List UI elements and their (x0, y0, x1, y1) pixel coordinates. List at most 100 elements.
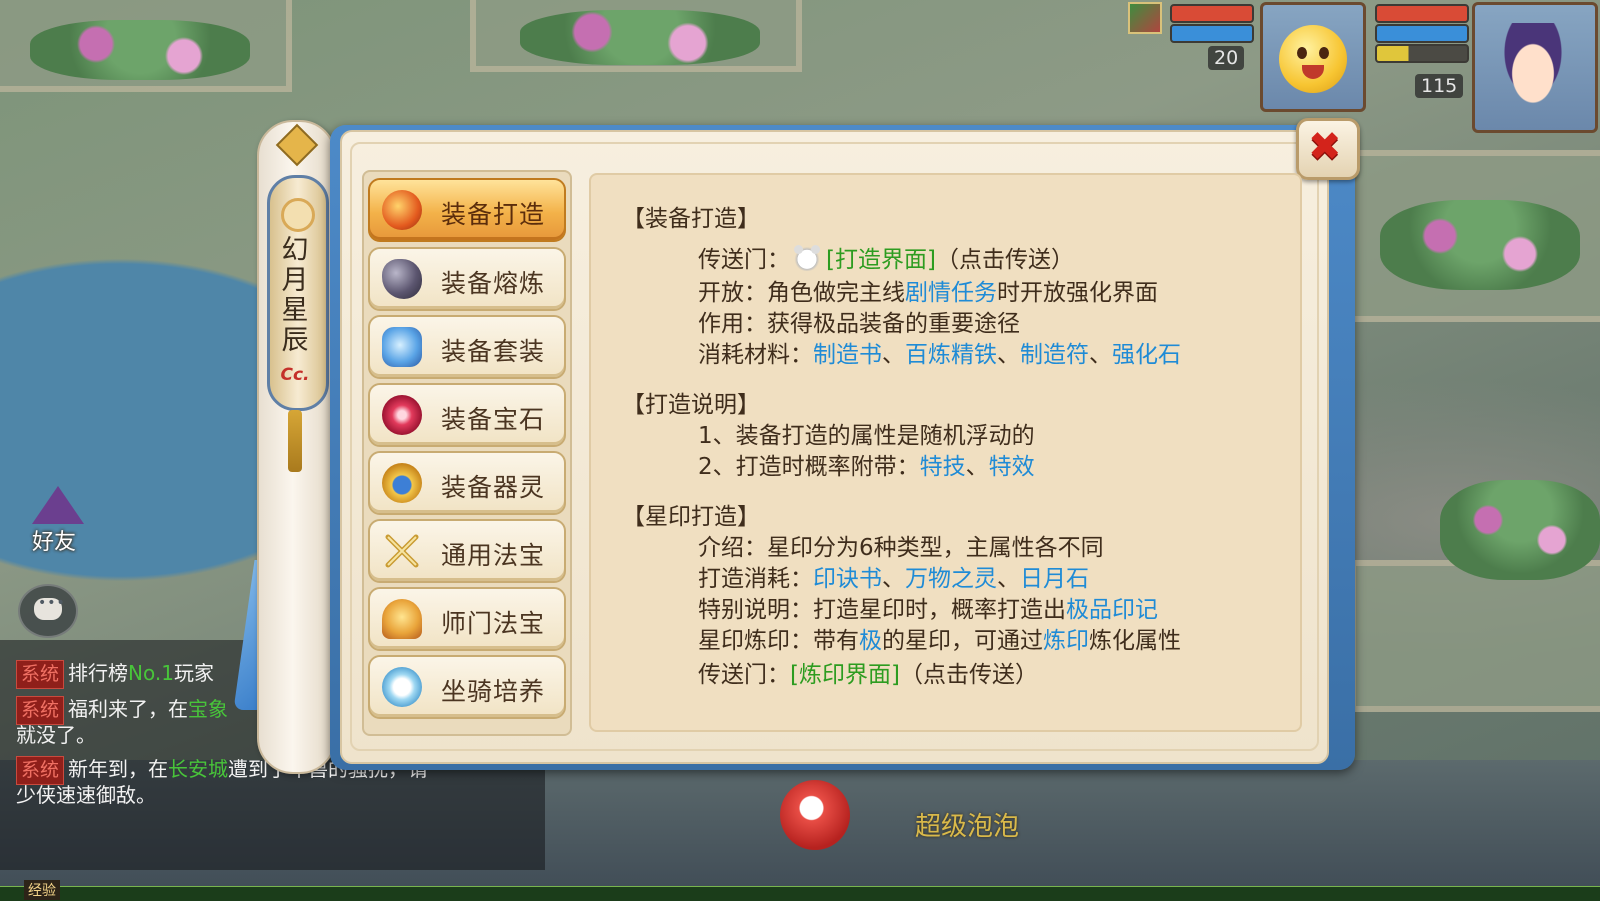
swirl-icon (281, 198, 315, 232)
chat-text: 少侠速速御敌。 (16, 783, 156, 807)
friends-button[interactable]: 好友 (22, 486, 94, 562)
menu-item-label: 坐骑培养 (441, 677, 546, 706)
ore-icon (382, 259, 422, 299)
chat-bubble-icon (34, 595, 66, 620)
buff-icon[interactable] (1128, 2, 1162, 34)
forge-icon (382, 190, 422, 230)
close-icon: ✖ (1308, 124, 1342, 170)
system-tag: 系统 (16, 696, 65, 725)
menu-item-label: 装备打造 (441, 200, 546, 229)
line-tail: （点击传送） (899, 662, 1038, 688)
bell-icon (382, 599, 422, 639)
menu-item-mount-training[interactable]: 坐骑培养 (368, 655, 566, 719)
chat-line: 就没了。 (16, 722, 96, 749)
menu-item-equipment-smelt[interactable]: 装备熔炼 (368, 247, 566, 311)
chat-text: 福利来了，在 (68, 697, 189, 721)
star-seal-cost: 打造消耗：印诀书、万物之灵、日月石 (698, 564, 1089, 594)
spirit-icon (382, 463, 422, 503)
line-label: 消耗材料： (698, 342, 813, 368)
separator: 、 (882, 342, 905, 368)
forge-note-1: 1、装备打造的属性是随机浮动的 (698, 423, 1035, 449)
menu-item-label: 装备熔炼 (441, 269, 546, 298)
hero-face-icon (1497, 23, 1569, 107)
section-title-forge: 【装备打造】 (622, 206, 760, 232)
separator: 、 (965, 454, 989, 480)
exp-bar (0, 886, 1600, 901)
close-button[interactable]: ✖ (1296, 118, 1360, 180)
chat-text: 就没了。 (16, 723, 96, 747)
material-item: 百炼精铁 (905, 342, 997, 368)
forge-open-line: 开放：角色做完主线剧情任务时开放强化界面 (698, 278, 1158, 308)
story-quest-link: 剧情任务 (905, 280, 997, 306)
line-label: 2、打造时概率附带： (698, 454, 920, 480)
bunny-icon (792, 245, 822, 271)
refine-text: 炼印 (1043, 628, 1089, 654)
section-title-star-seal: 【星印打造】 (622, 504, 760, 530)
material-item: 强化石 (1112, 342, 1181, 368)
star-seal-intro: 介绍：星印分为6种类型，主属性各不同 (698, 535, 1104, 561)
line-label: 特别说明：打造星印时，概率打造出 (698, 597, 1066, 623)
wizard-hat-icon (32, 486, 84, 524)
extreme-text: 极 (859, 628, 882, 654)
refine-portal-link[interactable]: [炼印界面] (790, 662, 900, 688)
material-item: 万物之灵 (905, 566, 997, 592)
star-seal-refine: 星印炼印：带有极的星印，可通过炼印炼化属性 (698, 626, 1181, 656)
menu-item-label: 师门法宝 (441, 609, 546, 638)
forge-cost-line: 消耗材料：制造书、百炼精铁、制造符、强化石 (698, 340, 1181, 370)
player-name-label: 超级泡泡 (915, 812, 1020, 842)
line-label: 开放：角色做完主线 (698, 280, 905, 306)
hero-level-badge: 115 (1415, 74, 1464, 98)
mount-icon (382, 667, 422, 707)
chat-highlight: 宝象 (188, 697, 229, 721)
menu-item-sect-treasure[interactable]: 师门法宝 (368, 587, 566, 651)
menu-item-equipment-gem[interactable]: 装备宝石 (368, 383, 566, 447)
hero-portrait[interactable] (1472, 2, 1598, 133)
chat-text: 玩家 (173, 661, 214, 685)
premium-seal-text: 极品印记 (1066, 597, 1158, 623)
pet-portrait[interactable] (1260, 2, 1366, 112)
line-label: 传送门： (698, 247, 790, 273)
menu-item-equipment-spirit[interactable]: 装备器灵 (368, 451, 566, 515)
material-item: 日月石 (1020, 566, 1089, 592)
armor-set-icon (382, 327, 422, 367)
forge-portal-line: 传送门： [打造界面]（点击传送） (698, 245, 1074, 275)
chat-button[interactable] (18, 584, 78, 638)
line-text: 的星印，可通过 (882, 628, 1043, 654)
menu-item-label: 装备套装 (441, 337, 546, 366)
material-item: 制造书 (813, 342, 882, 368)
chat-line: 系统 福利来了，在宝象 (16, 696, 228, 725)
menu-item-label: 装备宝石 (441, 405, 546, 434)
separator: 、 (997, 566, 1020, 592)
hero-mp-bar (1375, 24, 1469, 43)
tassel-icon (288, 410, 302, 472)
banner-badge: Cc. (280, 365, 310, 385)
gem-icon (382, 395, 422, 435)
system-tag: 系统 (16, 756, 65, 785)
line-tail: 炼化属性 (1089, 628, 1181, 654)
material-item: 制造符 (1020, 342, 1089, 368)
chat-line: 系统 排行榜No.1玩家 (16, 660, 214, 689)
bonus-item: 特技 (919, 454, 966, 480)
pet-face-icon (1279, 25, 1347, 93)
forge-portal-link[interactable]: [打造界面] (826, 247, 936, 273)
crossed-swords-icon (382, 531, 422, 571)
forge-use-line: 作用：获得极品装备的重要途径 (698, 311, 1020, 337)
line-tail: （点击传送） (935, 247, 1074, 273)
chat-text: 排行榜 (68, 661, 129, 685)
star-seal-special: 特别说明：打造星印时，概率打造出极品印记 (698, 595, 1158, 625)
menu-item-label: 装备器灵 (441, 473, 546, 502)
menu-item-equipment-forge[interactable]: 装备打造 (368, 178, 566, 242)
hero-hp-bar (1375, 4, 1469, 23)
line-tail: 时开放强化界面 (997, 280, 1158, 306)
line-label: 打造消耗： (698, 566, 813, 592)
menu-item-equipment-set[interactable]: 装备套装 (368, 315, 566, 379)
hero-exp-bar (1375, 44, 1469, 63)
lion-dance-mascot[interactable] (780, 780, 850, 850)
menu-item-common-treasure[interactable]: 通用法宝 (368, 519, 566, 583)
line-label: 传送门： (698, 662, 790, 688)
star-seal-portal-line: 传送门：[炼印界面]（点击传送） (698, 660, 1038, 690)
system-tag: 系统 (16, 660, 65, 689)
bonus-item: 特效 (988, 454, 1035, 480)
material-item: 印诀书 (813, 566, 882, 592)
pet-mp-bar (1170, 24, 1254, 43)
